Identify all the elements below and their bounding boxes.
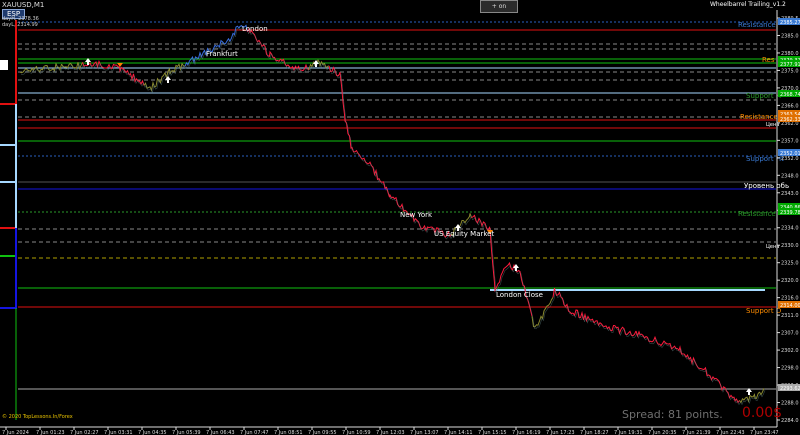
price-badge-label: 2368.74 [780, 92, 800, 98]
axis-tick-label: 2307.0 [781, 331, 799, 337]
axis-tick-label: 2316.0 [781, 296, 799, 302]
price-badge-label: 2314.00 [780, 303, 800, 309]
time-tick-label: 7 Jun 18:27 [580, 430, 609, 435]
time-tick-label: 7 Jun 01:23 [36, 430, 65, 435]
time-tick-label: 7 Jun 12:03 [376, 430, 405, 435]
axis-tick-label: 2357.0 [781, 138, 799, 144]
profit-text: 0.00$ [742, 405, 783, 421]
time-tick-label: 7 Jun 14:11 [444, 430, 473, 435]
level-label: Resistance [738, 21, 776, 29]
time-tick-label: 7 Jun 2024 [2, 430, 29, 435]
level-label: Уровень обь [744, 182, 789, 190]
axis-tick-label: 2334.0 [781, 226, 799, 232]
time-tick-label: 7 Jun 09:55 [308, 430, 337, 435]
price-badge-label: 2339.78 [780, 210, 800, 216]
axis-tick-label: 2385.0 [781, 33, 799, 39]
price-badge-label: 2362.33 [780, 117, 800, 123]
price-badge-label: 2377.91 [780, 62, 800, 68]
axis-tick-label: 2320.0 [781, 278, 799, 284]
time-tick-label: 7 Jun 17:23 [546, 430, 575, 435]
session-label: London [242, 25, 268, 33]
level-label: Support Ht [746, 155, 784, 163]
time-tick-label: 7 Jun 06:43 [206, 430, 235, 435]
axis-tick-label: 2366.0 [781, 103, 799, 109]
time-tick-label: 7 Jun 19:31 [614, 430, 643, 435]
top-toggle-button[interactable]: + on [480, 0, 518, 13]
time-tick-label: 7 Jun 07:47 [240, 430, 269, 435]
level-label: Resistance [740, 113, 778, 121]
time-tick-label: 7 Jun 15:15 [478, 430, 507, 435]
axis-tick-label: 2348.0 [781, 173, 799, 179]
time-tick-label: 7 Jun 08:51 [274, 430, 303, 435]
time-tick-label: 7 Jun 16:19 [512, 430, 541, 435]
time-tick-label: 7 Jun 13:07 [410, 430, 439, 435]
axis-tick-label: 2311.0 [781, 313, 799, 319]
time-tick-label: 7 Jun 04:35 [138, 430, 167, 435]
session-label: US Equity Market [434, 230, 494, 238]
axis-tick-label: 2284.0 [781, 418, 799, 424]
price-badge-label: 2385.27 [780, 20, 800, 26]
time-tick-label: 7 Jun 22:43 [716, 430, 745, 435]
axis-tick-label: 2330.0 [781, 243, 799, 249]
level-label: Support H [746, 92, 781, 100]
time-tick-label: 7 Jun 10:59 [342, 430, 371, 435]
ea-title: Wheelbarrel Trailing_v1.2 [710, 1, 786, 8]
symbol-label: XAUUSD,M1 [2, 1, 45, 9]
copyright-text: © 2020 TopLessons.In/Forex [2, 414, 73, 420]
axis-tick-label: 2288.0 [781, 401, 799, 407]
axis-tick-label: 2343.0 [781, 191, 799, 197]
time-tick-label: 7 Jun 21:39 [682, 430, 711, 435]
level-label: Support D [746, 307, 781, 315]
time-tick-label: 7 Jun 05:39 [172, 430, 201, 435]
time-tick-label: 7 Jun 03:31 [104, 430, 133, 435]
axis-tick-label: 2298.0 [781, 366, 799, 372]
axis-tick-label: 2302.0 [781, 348, 799, 354]
price-badge-label: 2352.01 [780, 151, 800, 157]
session-label: New York [400, 211, 433, 219]
time-tick-label: 7 Jun 20:35 [648, 430, 677, 435]
axis-tick-label: 2375.0 [781, 68, 799, 74]
spread-text: Spread: 81 points. [622, 408, 723, 421]
session-label: Frankfurt [206, 50, 238, 58]
level-label: Resistance [738, 210, 776, 218]
price-badge-label: 2293.62 [780, 386, 800, 392]
axis-tick-label: 2325.0 [781, 261, 799, 267]
time-tick-label: 7 Jun 23:47 [750, 430, 779, 435]
price-chart[interactable]: London Frankfurt New York US Equity Market L… [0, 0, 800, 435]
session-label: London Close [496, 291, 543, 299]
time-tick-label: 7 Jun 02:27 [70, 430, 99, 435]
day-low-label: dayL, 2314.99 [2, 22, 38, 28]
chart-shift-marker [0, 60, 8, 70]
level-label: Res [762, 56, 775, 64]
